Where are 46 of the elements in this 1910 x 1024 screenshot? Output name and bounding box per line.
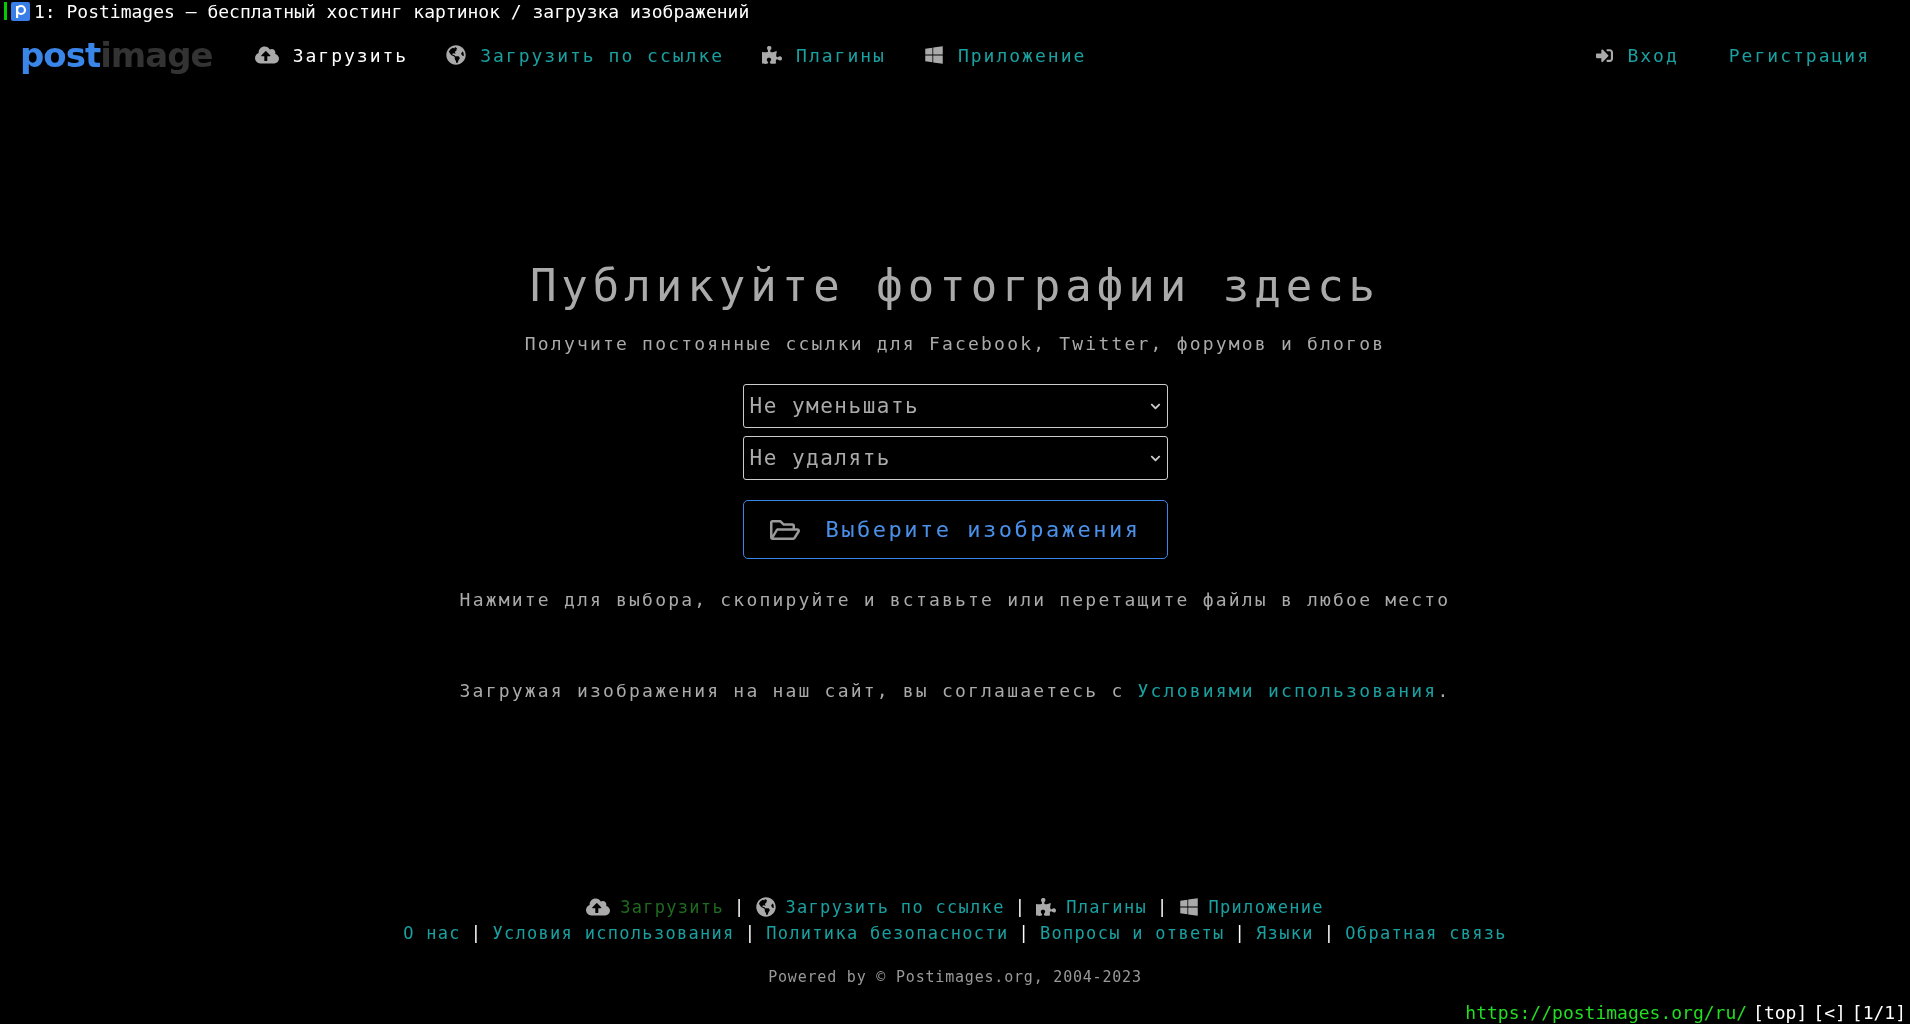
separator: | — [733, 896, 746, 919]
page-url: https://postimages.org/ru/ — [1465, 1001, 1748, 1023]
nav-link[interactable]: Приложение — [923, 44, 1087, 66]
sign-in-icon — [1596, 46, 1614, 64]
footer-link[interactable]: Политика безопасности — [766, 920, 1009, 946]
footer-link[interactable]: О нас — [403, 920, 461, 946]
globe-icon — [446, 45, 467, 65]
globe-icon — [755, 897, 776, 917]
separator: | — [1234, 922, 1247, 945]
footer-link[interactable]: Вопросы и ответы — [1039, 920, 1225, 946]
separator: | — [1323, 922, 1336, 945]
footer-link[interactable]: Обратная связь — [1345, 920, 1507, 946]
puzzle-icon — [762, 45, 783, 65]
copyright-text: Powered by © Postimages.org, 2004-2023 — [768, 968, 1142, 986]
upload-hint: Нажмите для выбора, скопируйте и вставьте или перетащите файлы в любое место — [459, 589, 1451, 610]
footer-nav-link[interactable]: Загрузить по ссылке — [755, 894, 1005, 920]
separator: | — [1018, 922, 1030, 945]
window-title: 1: Postimages — бесплатный хостинг картинок / загрузка изображений — [34, 0, 750, 22]
footer-link[interactable]: Условия использования — [492, 920, 735, 946]
windows-logo-icon — [923, 45, 944, 65]
separator: | — [744, 922, 757, 945]
register-link[interactable]: Регистрация — [1728, 44, 1870, 66]
terms-link[interactable]: Условиями использования — [1137, 680, 1438, 701]
separator: | — [1156, 896, 1169, 919]
login-link[interactable]: Вход — [1596, 44, 1679, 66]
hero-subtitle: Получите постоянные ссылки для Facebook, Twitter, форумов и блогов — [524, 333, 1386, 354]
dropdown[interactable]: Не удалять — [742, 436, 1168, 480]
status-control[interactable]: [1/1] — [1851, 1001, 1906, 1023]
separator: | — [470, 922, 483, 945]
footer-nav-link[interactable]: Приложение — [1178, 894, 1324, 920]
windows-logo-icon — [1178, 897, 1199, 917]
choose-images-button[interactable]: Выберите изображения — [742, 500, 1168, 559]
puzzle-icon — [1036, 897, 1057, 917]
nav-link[interactable]: Загрузить — [254, 43, 409, 67]
separator: | — [1014, 896, 1027, 919]
footer-nav-link[interactable]: Плагины — [1036, 894, 1147, 920]
favicon-icon — [11, 1, 30, 21]
tab-indicator — [4, 2, 7, 20]
footer-link[interactable]: Языки — [1256, 920, 1314, 946]
status-control[interactable]: [top] — [1753, 1001, 1808, 1023]
nav-link[interactable]: Загрузить по ссылке — [446, 44, 725, 66]
dropdown[interactable]: Не уменьшать — [742, 384, 1168, 428]
nav-link[interactable]: Плагины — [762, 44, 886, 66]
terms-notice: Загружая изображения на наш сайт, вы соглашаетесь с Условиями использования. — [459, 680, 1451, 701]
hero-title: Публикуйте фотографии здесь — [529, 260, 1381, 311]
status-control[interactable]: [<] — [1813, 1001, 1846, 1023]
